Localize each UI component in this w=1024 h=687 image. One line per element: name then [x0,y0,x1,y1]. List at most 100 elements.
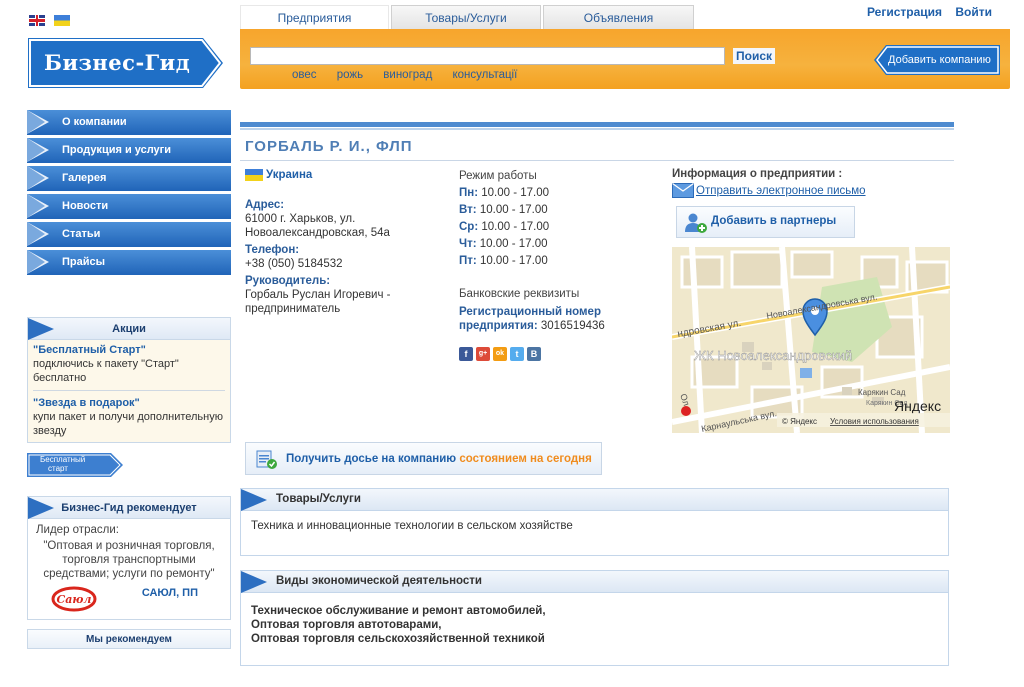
map-complex-label: ЖК Новоалександровский [694,348,852,363]
schedule-hours: 10.00 - 17.00 [481,221,550,233]
top-tabs: Предприятия Товары/Услуги Объявления [240,5,694,29]
english-flag-icon[interactable] [29,15,45,26]
schedule-hours: 10.00 - 17.00 [481,187,550,199]
google-plus-icon[interactable]: g+ [476,347,490,361]
twitter-icon[interactable]: t [510,347,524,361]
promo-text: купи пакет и получи дополнительную звезд… [33,411,223,437]
schedule-row: Чт: 10.00 - 17.00 [459,236,654,253]
company-info: Информация о предприятии : Отправить эле… [672,168,952,238]
search-panel: Поиск овес рожь виноград консультації До… [240,29,1010,89]
menu-item-about[interactable]: О компании [27,110,231,135]
add-partners-button[interactable]: Добавить в партнеры [676,206,855,238]
activities-section-title: Виды экономической деятельности [241,571,948,593]
company-title: ГОРБАЛЬ Р. И., ФЛП [245,138,413,155]
search-hint[interactable]: овес [292,69,317,81]
recommends-body: Лидер отрасли: "Оптовая и розничная торг… [28,519,230,585]
add-company-button[interactable]: Добавить компанию [874,45,1000,75]
vkontakte-icon[interactable]: B [527,347,541,361]
schedule-hours: 10.00 - 17.00 [479,255,548,267]
activity-item: Оптовая торговля автотоварами, [251,619,442,631]
schedule-day: Ср: [459,221,479,233]
head-label: Руководитель: [245,275,331,287]
tab-goods-services[interactable]: Товары/Услуги [391,5,541,29]
bank-title: Банковские реквизиты [459,288,580,300]
schedule-row: Пн: 10.00 - 17.00 [459,185,654,202]
menu-item-gallery[interactable]: Галерея [27,166,231,191]
location-map[interactable]: ндровская ул. Новоалександровська вул. Ж… [672,247,950,433]
promo-title[interactable]: "Бесплатный Старт" [33,344,146,356]
tab-enterprises[interactable]: Предприятия [240,5,389,29]
search-hint[interactable]: рожь [337,69,363,81]
logo[interactable]: Бизнес-Гид [28,38,223,88]
add-company-label: Добавить компанию [888,54,991,66]
promotions-title: Акции [28,318,230,340]
promo-item: "Звезда в подарок" купи пакет и получи д… [28,393,230,441]
menu-item-prices[interactable]: Прайсы [27,250,231,275]
activity-item: Техническое обслуживание и ремонт автомо… [251,605,546,617]
dossier-label-date: состоянием на сегодня [459,453,592,465]
recommended-company[interactable]: САЮЛ, ПП [142,587,198,599]
dossier-label: Получить досье на компанию состоянием на… [286,453,592,465]
address-value: 61000 г. Харьков, ул. Новоалександровска… [245,213,390,239]
country-name[interactable]: Украина [266,168,312,182]
schedule-title: Режим работы [459,170,537,182]
envelope-icon [672,183,694,198]
free-start-line2: старт [48,464,68,473]
promo-divider [33,390,225,391]
address-label: Адрес: [245,199,285,211]
menu-item-news[interactable]: Новости [27,194,231,219]
social-buttons: f g+ ok t B [459,347,654,361]
search-input[interactable] [250,47,725,65]
schedule-row: Пт: 10.00 - 17.00 [459,253,654,270]
map-terms-link[interactable]: Условия использования [830,417,919,426]
promo-text: подключись к пакету "Старт" бесплатно [33,358,179,384]
send-email-label: Отправить электронное письмо [696,184,866,197]
phone-label: Телефон: [245,244,300,256]
top-links: Регистрация Войти [857,5,992,19]
menu-item-products[interactable]: Продукция и услуги [27,138,231,163]
menu-item-articles[interactable]: Статьи [27,222,231,247]
free-start-banner[interactable]: Бесплатный старт [27,453,123,477]
we-recommend-bar[interactable]: Мы рекомендуем [27,629,231,649]
odnoklassniki-icon[interactable]: ok [493,347,507,361]
schedule-day: Чт: [459,238,477,250]
free-start-line1: Бесплатный [40,455,86,464]
yandex-logo: Яндекс [894,398,941,414]
logo-text: Бизнес-Гид [44,50,191,75]
schedule-hours: 10.00 - 17.00 [479,204,548,216]
saiol-logo[interactable]: Саюл [50,585,98,613]
facebook-icon[interactable]: f [459,347,473,361]
register-link[interactable]: Регистрация [867,5,942,19]
dossier-label-main: Получить досье на компанию [286,453,457,465]
login-link[interactable]: Войти [955,5,992,19]
activity-item: Оптовая торговля сельскохозяйственной те… [251,633,545,645]
send-email-link[interactable]: Отправить электронное письмо [672,183,952,198]
country: Украина [245,168,445,182]
get-dossier-button[interactable]: Получить досье на компанию состоянием на… [245,442,602,475]
activities-list: Техническое обслуживание и ремонт автомо… [241,593,948,654]
title-divider [240,160,954,161]
add-partners-label: Добавить в партнеры [711,215,837,227]
schedule-day: Вт: [459,204,477,216]
schedule-hours: 10.00 - 17.00 [479,238,548,250]
tab-ads[interactable]: Объявления [543,5,694,29]
search-hint[interactable]: консультації [452,69,517,81]
promotions-box: Акции "Бесплатный Старт" подключись к па… [27,317,231,443]
schedule-and-bank: Режим работы Пн: 10.00 - 17.00 Вт: 10.00… [459,168,654,361]
search-button[interactable]: Поиск [733,48,776,64]
title-bar-shadow [240,128,954,130]
promo-title[interactable]: "Звезда в подарок" [33,397,140,409]
recommends-box: Бизнес-Гид рекомендует Лидер отрасли: "О… [27,496,231,620]
reg-number: Регистрационный номер предприятия: 30165… [459,305,654,333]
search-hints: овес рожь виноград консультації [292,69,534,81]
goods-section-title: Товары/Услуги [241,489,948,511]
activities-section: Виды экономической деятельности Техничес… [240,570,949,666]
recommends-leader: Лидер отрасли: [36,524,119,536]
phone-value: +38 (050) 5184532 [245,258,343,270]
title-bar [240,122,954,127]
recommends-title: Бизнес-Гид рекомендует [28,497,230,519]
map-copyright: © Яндекс [782,417,817,426]
ukrainian-flag-icon[interactable] [54,15,70,26]
schedule-row: Ср: 10.00 - 17.00 [459,219,654,236]
search-hint[interactable]: виноград [383,69,432,81]
